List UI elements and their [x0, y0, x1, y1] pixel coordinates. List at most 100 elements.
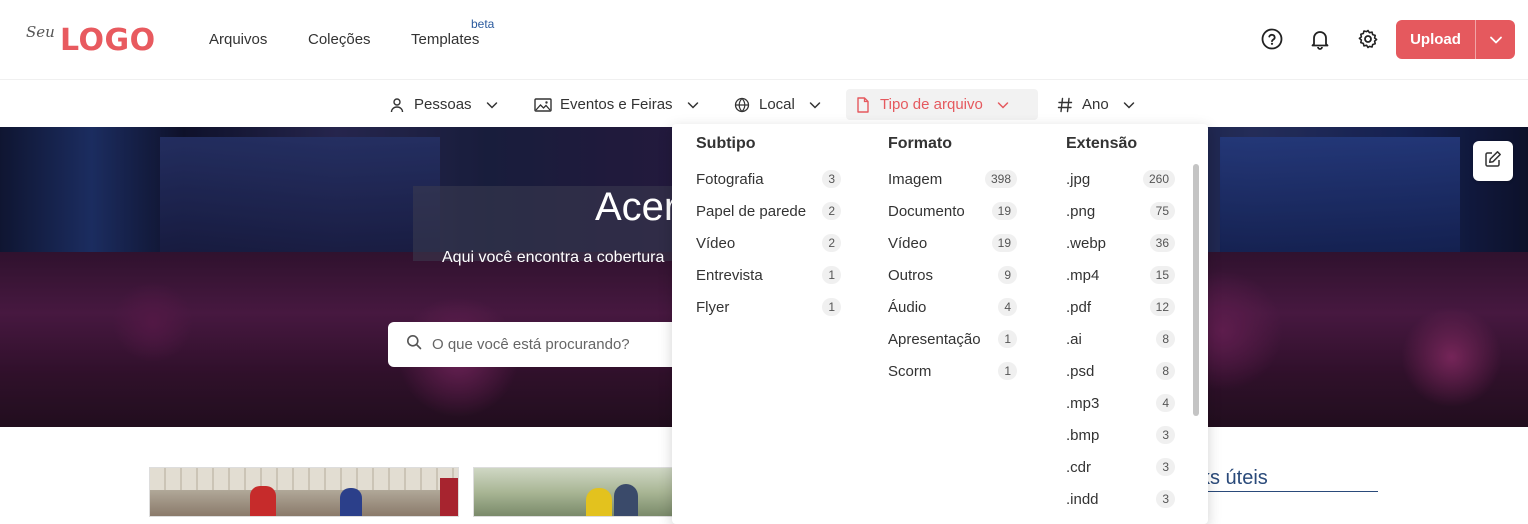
option-label: .bmp — [1066, 426, 1100, 444]
card-image-figure — [440, 478, 458, 516]
option-count-badge: 1 — [822, 298, 841, 316]
option-label: Vídeo — [696, 234, 736, 252]
content-card-1[interactable] — [149, 467, 459, 517]
gear-icon[interactable] — [1356, 27, 1380, 51]
option-label: Flyer — [696, 298, 730, 316]
option-count-badge: 1 — [998, 362, 1017, 380]
upload-label: Upload — [1410, 31, 1461, 48]
logo-word: LOGO — [60, 23, 156, 58]
option-label: .webp — [1066, 234, 1107, 252]
dropdown-option[interactable]: Outros 9 — [888, 264, 1017, 286]
option-label: .png — [1066, 202, 1096, 220]
dropdown-option[interactable]: Imagem 398 — [888, 168, 1017, 190]
option-label: Entrevista — [696, 266, 763, 284]
useful-links-title: ks úteis — [1200, 467, 1268, 489]
dropdown-option[interactable]: Apresentação 1 — [888, 328, 1017, 350]
dropdown-scrollbar[interactable] — [1193, 164, 1199, 416]
edit-icon — [1484, 150, 1502, 173]
dropdown-option[interactable]: .webp 36 — [1066, 232, 1175, 254]
edit-banner-button[interactable] — [1473, 141, 1513, 181]
option-label: .pdf — [1066, 298, 1092, 316]
option-count-badge: 9 — [998, 266, 1017, 284]
dropdown-option[interactable]: .pdf 12 — [1066, 296, 1175, 318]
dropdown-option[interactable]: .psd 8 — [1066, 360, 1175, 382]
dropdown-option[interactable]: Entrevista 1 — [696, 264, 841, 286]
option-label: .jpg — [1066, 170, 1091, 188]
filter-local[interactable]: Local — [725, 89, 829, 120]
useful-links-divider — [1200, 491, 1378, 492]
option-label: Vídeo — [888, 234, 928, 252]
dropdown-option[interactable]: Vídeo 19 — [888, 232, 1017, 254]
option-label: .psd — [1066, 362, 1095, 380]
dropdown-option[interactable]: .cdr 3 — [1066, 456, 1175, 478]
file-type-dropdown: Subtipo Formato Extensão Fotografia 3 Pape… — [672, 124, 1208, 524]
search-icon — [406, 334, 422, 355]
beta-badge: beta — [471, 17, 495, 31]
option-count-badge: 3 — [1156, 426, 1175, 444]
dropdown-option[interactable]: Vídeo 2 — [696, 232, 841, 254]
filter-eventos[interactable]: Eventos e Feiras — [526, 89, 707, 120]
option-label: Fotografia — [696, 170, 764, 188]
column-title-subtipo: Subtipo — [696, 135, 756, 152]
dropdown-option[interactable]: Papel de parede 2 — [696, 200, 841, 222]
nav-colecoes[interactable]: Coleções — [308, 31, 371, 48]
option-count-badge: 260 — [1142, 170, 1175, 188]
logo[interactable]: Seu LOGO — [26, 18, 166, 58]
hero-search-bar[interactable] — [388, 322, 688, 367]
option-count-badge: 1 — [998, 330, 1017, 348]
card-image-figure — [340, 488, 362, 516]
filter-pessoas[interactable]: Pessoas — [380, 89, 506, 120]
dropdown-option[interactable]: Documento 19 — [888, 200, 1017, 222]
dropdown-option[interactable]: .mp3 4 — [1066, 392, 1175, 414]
filter-label: Pessoas — [414, 96, 472, 113]
filter-label: Local — [759, 96, 795, 113]
card-image-figure — [586, 488, 612, 516]
dropdown-option[interactable]: Flyer 1 — [696, 296, 841, 318]
chevron-down-icon — [486, 99, 498, 111]
option-count-badge: 3 — [1156, 458, 1175, 476]
option-count-badge: 3 — [822, 170, 841, 188]
card-image-figure — [250, 486, 276, 516]
filter-tipo-de-arquivo[interactable]: Tipo de arquivo — [846, 89, 1038, 120]
chevron-down-icon — [687, 99, 699, 111]
option-label: .ai — [1066, 330, 1082, 348]
dropdown-option[interactable]: .indd 3 — [1066, 488, 1175, 510]
option-count-badge: 75 — [1149, 202, 1175, 220]
option-count-badge: 398 — [984, 170, 1017, 188]
option-label: .cdr — [1066, 458, 1092, 476]
dropdown-option[interactable]: .mp4 15 — [1066, 264, 1175, 286]
bell-icon[interactable] — [1308, 27, 1332, 51]
dropdown-option[interactable]: .jpg 260 — [1066, 168, 1175, 190]
dropdown-option[interactable]: Áudio 4 — [888, 296, 1017, 318]
option-label: .indd — [1066, 490, 1099, 508]
option-label: Scorm — [888, 362, 932, 380]
dropdown-option[interactable]: Scorm 1 — [888, 360, 1017, 382]
option-count-badge: 8 — [1156, 330, 1175, 348]
option-count-badge: 4 — [998, 298, 1017, 316]
option-label: Áudio — [888, 298, 927, 316]
hero-subtitle: Aqui você encontra a cobertura — [442, 249, 665, 266]
option-label: .mp4 — [1066, 266, 1100, 284]
content-card-2[interactable] — [473, 467, 673, 517]
option-count-badge: 19 — [991, 202, 1017, 220]
dropdown-option[interactable]: .ai 8 — [1066, 328, 1175, 350]
nav-templates[interactable]: Templates — [411, 31, 479, 48]
nav-arquivos[interactable]: Arquivos — [209, 31, 267, 48]
filter-ano[interactable]: Ano — [1048, 89, 1143, 120]
search-input[interactable] — [432, 336, 672, 353]
upload-button[interactable]: Upload — [1396, 20, 1515, 59]
filter-bar: Pessoas Eventos e Feiras Local Tipo de a… — [0, 79, 1528, 127]
chevron-down-icon — [1123, 99, 1135, 111]
help-icon[interactable] — [1260, 27, 1284, 51]
globe-icon — [733, 96, 751, 114]
chevron-down-icon[interactable] — [1476, 20, 1515, 59]
hash-icon — [1056, 96, 1074, 114]
card-image-figure — [614, 484, 638, 516]
chevron-down-icon — [997, 99, 1009, 111]
logo-script: Seu — [26, 23, 55, 41]
option-count-badge: 12 — [1149, 298, 1175, 316]
dropdown-option[interactable]: .png 75 — [1066, 200, 1175, 222]
dropdown-option[interactable]: Fotografia 3 — [696, 168, 841, 190]
dropdown-option[interactable]: .bmp 3 — [1066, 424, 1175, 446]
option-label: Documento — [888, 202, 965, 220]
